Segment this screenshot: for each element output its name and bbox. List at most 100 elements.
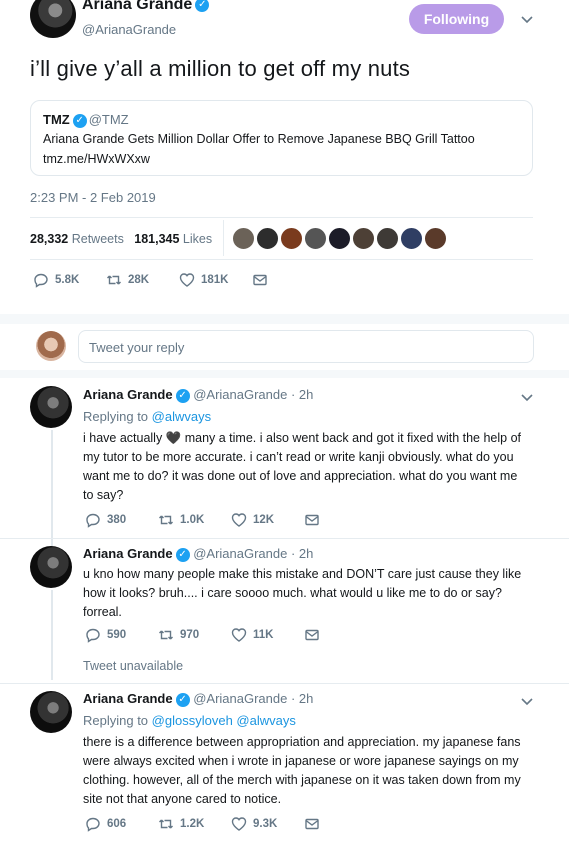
reply-icon xyxy=(86,817,100,832)
tweet-timestamp[interactable]: 2:23 PM - 2 Feb 2019 xyxy=(30,190,156,205)
liker-avatar[interactable] xyxy=(328,227,351,250)
chevron-down-icon[interactable] xyxy=(520,12,534,26)
quoted-author: TMZ ✓ @TMZ xyxy=(43,112,129,128)
reply-time[interactable]: · 2h xyxy=(291,691,313,706)
direct-message-action[interactable] xyxy=(304,627,326,643)
liker-avatar[interactable] xyxy=(352,227,375,250)
like-action[interactable]: 9.3K xyxy=(231,816,304,832)
retweets-label[interactable]: Retweets xyxy=(72,232,124,246)
envelope-icon xyxy=(305,514,319,526)
liker-avatar[interactable] xyxy=(304,227,327,250)
reply-icon xyxy=(86,513,100,528)
reply-text-line: forreal. xyxy=(83,605,122,619)
divider xyxy=(0,683,569,684)
liker-avatar[interactable] xyxy=(232,227,255,250)
retweet-action[interactable]: 28K xyxy=(106,272,179,288)
heart-icon xyxy=(231,817,247,831)
reply-author-name[interactable]: Ariana Grande xyxy=(83,691,173,706)
direct-message-action[interactable] xyxy=(304,816,326,832)
replying-to-handle[interactable]: @alwvays xyxy=(152,409,211,424)
reply-author-handle[interactable]: @ArianaGrande xyxy=(193,546,287,561)
chevron-down-icon[interactable] xyxy=(520,694,534,708)
reply-text-line: site not that anyone cared to notice. xyxy=(83,792,282,806)
reply-actions: 590 970 11K xyxy=(85,627,326,643)
heart-icon xyxy=(231,513,247,527)
reply-text-line: my tutor to be more accurate. i can’t re… xyxy=(83,450,514,464)
like-count: 9.3K xyxy=(253,818,278,830)
reply-text-line: to say? xyxy=(83,488,124,502)
main-author-handle[interactable]: @ArianaGrande xyxy=(82,22,176,37)
divider xyxy=(0,538,569,539)
main-avatar[interactable] xyxy=(30,0,76,38)
reply-author-handle[interactable]: @ArianaGrande xyxy=(193,691,287,706)
reply-avatar[interactable] xyxy=(30,386,72,428)
reply-input[interactable]: Tweet your reply xyxy=(78,330,534,363)
like-action[interactable]: 11K xyxy=(231,627,304,643)
reply-text-line: were always excited when i wrote in japa… xyxy=(83,754,519,768)
verified-badge-icon: ✓ xyxy=(175,547,190,562)
reply-action[interactable]: 5.8K xyxy=(33,272,106,288)
retweet-action[interactable]: 1.2K xyxy=(158,816,231,832)
reply-action[interactable]: 380 xyxy=(85,512,158,528)
stats-divider xyxy=(223,220,224,256)
reply-text: u kno how many people make this mistake … xyxy=(83,565,543,622)
reply-time[interactable]: · 2h xyxy=(291,387,313,402)
verified-badge-icon: ✓ xyxy=(175,388,190,403)
reply-text-line: u kno how many people make this mistake … xyxy=(83,567,522,581)
replying-to: Replying to @alwvays xyxy=(83,409,211,424)
quoted-author-handle: @TMZ xyxy=(88,112,129,127)
quoted-tweet[interactable]: TMZ ✓ @TMZ Ariana Grande Gets Million Doll… xyxy=(30,100,533,176)
retweet-action[interactable]: 970 xyxy=(158,627,231,643)
liker-avatar[interactable] xyxy=(280,227,303,250)
reply-text: i have actually 🖤 many a time. i also we… xyxy=(83,429,543,505)
replying-to: Replying to @glossyloveh @alwvays xyxy=(83,713,296,728)
liker-avatar[interactable] xyxy=(400,227,423,250)
like-action[interactable]: 12K xyxy=(231,512,304,528)
thread-line xyxy=(51,430,53,550)
retweet-count: 970 xyxy=(180,629,200,641)
replying-to-handle[interactable]: @glossyloveh @alwvays xyxy=(152,713,296,728)
reply-text-line: how it looks? bruh.... i care soooo much… xyxy=(83,586,502,600)
retweet-count: 28K xyxy=(128,274,150,286)
reply-action[interactable]: 590 xyxy=(85,627,158,643)
replying-to-label: Replying to xyxy=(83,713,149,728)
direct-message-action[interactable] xyxy=(304,512,326,528)
section-gap xyxy=(0,370,569,378)
main-tweet-text: i’ll give y’all a million to get off my … xyxy=(30,56,411,81)
reply-time[interactable]: · 2h xyxy=(291,546,313,561)
verified-badge-icon: ✓ xyxy=(195,0,210,12)
user-avatar[interactable] xyxy=(36,331,66,361)
liker-avatar[interactable] xyxy=(424,227,447,250)
direct-message-action[interactable] xyxy=(252,272,274,288)
retweet-action[interactable]: 1.0K xyxy=(158,512,231,528)
like-action[interactable]: 181K xyxy=(179,272,252,288)
retweet-icon xyxy=(107,275,121,285)
retweets-count[interactable]: 28,332 xyxy=(30,232,68,246)
reply-action[interactable]: 606 xyxy=(85,816,158,832)
reply-actions: 606 1.2K 9.3K xyxy=(85,816,326,832)
verified-badge-icon: ✓ xyxy=(175,692,190,707)
heart-icon xyxy=(231,628,247,642)
envelope-icon xyxy=(305,629,319,641)
reply-author-name[interactable]: Ariana Grande xyxy=(83,387,173,402)
reply-avatar[interactable] xyxy=(30,691,72,733)
liker-avatars xyxy=(232,227,447,250)
main-author-name-text: Ariana Grande xyxy=(82,0,193,13)
reply-avatar[interactable] xyxy=(30,546,72,588)
tweet-stats: 28,332 Retweets 181,345 Likes xyxy=(30,232,212,246)
quoted-link[interactable]: tmz.me/HWxWXxw xyxy=(43,152,150,166)
like-count: 11K xyxy=(253,629,274,641)
liker-avatar[interactable] xyxy=(256,227,279,250)
verified-badge-icon: ✓ xyxy=(72,113,87,128)
following-button[interactable]: Following xyxy=(409,4,504,34)
reply-author-handle[interactable]: @ArianaGrande xyxy=(193,387,287,402)
main-author-name[interactable]: Ariana Grande ✓ xyxy=(82,0,210,14)
likes-label[interactable]: Likes xyxy=(183,232,212,246)
reply-header: Ariana Grande ✓ @ArianaGrande · 2h xyxy=(83,387,313,403)
reply-author-name[interactable]: Ariana Grande xyxy=(83,546,173,561)
reply-count: 380 xyxy=(107,514,127,526)
quoted-author-name: TMZ xyxy=(43,112,70,127)
chevron-down-icon[interactable] xyxy=(520,390,534,404)
likes-count[interactable]: 181,345 xyxy=(134,232,179,246)
liker-avatar[interactable] xyxy=(376,227,399,250)
